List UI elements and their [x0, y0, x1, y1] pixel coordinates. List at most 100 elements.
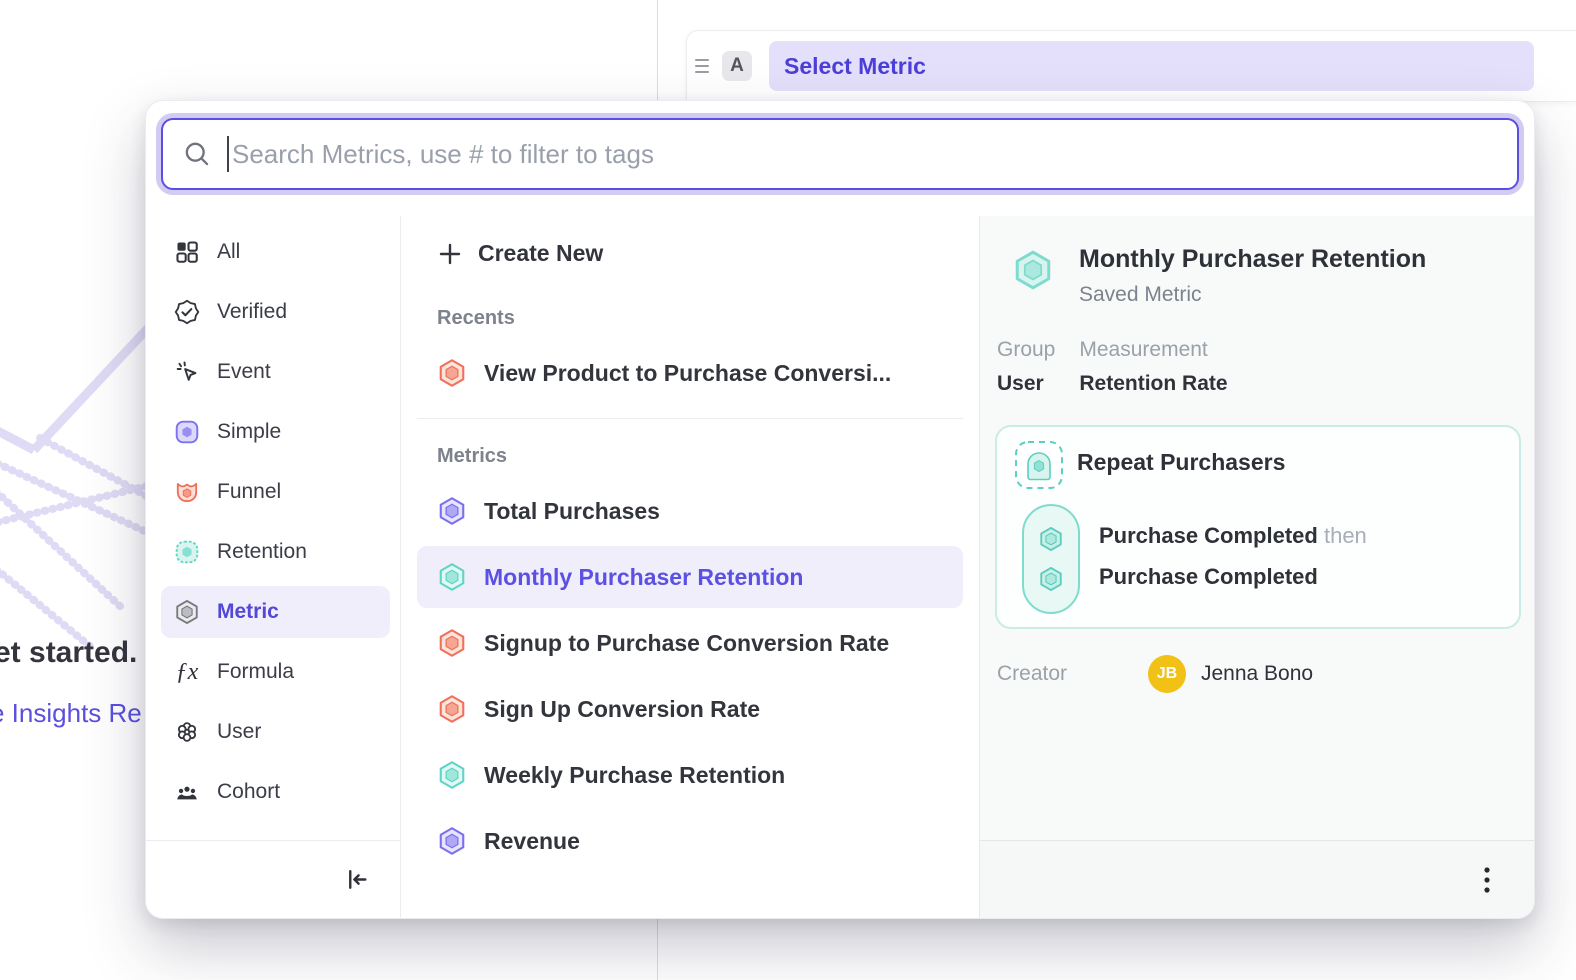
- sidebar-item-label: Funnel: [217, 480, 281, 504]
- filter-column-footer: [146, 840, 400, 918]
- step-2-label: Purchase Completed: [1099, 564, 1318, 589]
- group-value: User: [997, 372, 1055, 396]
- simple-metric-icon: [174, 419, 200, 445]
- step-connector: then: [1324, 523, 1367, 548]
- search-input[interactable]: [232, 139, 1497, 170]
- metric-item-sign-up-conversion-rate[interactable]: Sign Up Conversion Rate: [417, 678, 963, 740]
- sidebar-item-label: Retention: [217, 540, 307, 564]
- user-cluster-icon: [174, 719, 200, 745]
- hexagon-salmon-icon: [437, 694, 467, 724]
- detail-title: Monthly Purchaser Retention: [1079, 245, 1426, 274]
- creator-avatar: JB: [1148, 655, 1186, 693]
- metric-item-signup-to-purchase-conversion-rate[interactable]: Signup to Purchase Conversion Rate: [417, 612, 963, 674]
- sidebar-item-label: Verified: [217, 300, 287, 324]
- metric-item-label: Sign Up Conversion Rate: [484, 696, 760, 723]
- metric-item-label: Revenue: [484, 828, 580, 855]
- grid-icon: [174, 239, 200, 265]
- group-label: Group: [997, 338, 1055, 362]
- retention-icon: [174, 539, 200, 565]
- hexagon-teal-icon: [437, 760, 467, 790]
- metrics-heading: Metrics: [437, 445, 979, 468]
- sidebar-item-user[interactable]: User: [161, 706, 390, 758]
- more-options-button[interactable]: [1478, 861, 1496, 899]
- sidebar-item-cohort[interactable]: Cohort: [161, 766, 390, 818]
- detail-meta: Group User Measurement Retention Rate: [997, 338, 1228, 396]
- metric-item-total-purchases[interactable]: Total Purchases: [417, 480, 963, 542]
- detail-panel-footer: [980, 840, 1534, 918]
- sidebar-item-event[interactable]: Event: [161, 346, 390, 398]
- drag-handle-icon[interactable]: [695, 59, 709, 73]
- hexagon-teal-icon: [437, 562, 467, 592]
- filter-column: All Verified: [146, 216, 401, 918]
- hexagon-teal-icon: [1012, 249, 1054, 291]
- sidebar-item-label: Event: [217, 360, 271, 384]
- list-divider: [417, 418, 963, 419]
- creator-name: Jenna Bono: [1201, 662, 1313, 686]
- measurement-value: Retention Rate: [1079, 372, 1227, 396]
- recent-metric-label: View Product to Purchase Conversi...: [484, 360, 891, 387]
- metric-item-label: Total Purchases: [484, 498, 660, 525]
- hexagon-purple-icon: [437, 496, 467, 526]
- collapse-panel-button[interactable]: [339, 862, 374, 897]
- select-metric-label: Select Metric: [784, 53, 926, 80]
- sidebar-item-label: Formula: [217, 660, 294, 684]
- recents-heading: Recents: [437, 307, 979, 330]
- funnel-icon: [174, 479, 200, 505]
- metric-item-monthly-purchaser-retention[interactable]: Monthly Purchaser Retention: [417, 546, 963, 608]
- hexagon-purple-icon: [437, 826, 467, 856]
- verified-badge-icon: [174, 299, 200, 325]
- row-letter-badge: A: [722, 51, 752, 81]
- metric-row-bar: A Select Metric: [686, 30, 1576, 102]
- metric-item-weekly-purchase-retention[interactable]: Weekly Purchase Retention: [417, 744, 963, 806]
- sidebar-item-retention[interactable]: Retention: [161, 526, 390, 578]
- background-heading-fragment: et started.: [0, 636, 137, 670]
- formula-icon: ƒx: [174, 659, 200, 685]
- sidebar-item-label: All: [217, 240, 240, 264]
- hexagon-salmon-icon: [437, 358, 467, 388]
- metric-item-label: Signup to Purchase Conversion Rate: [484, 630, 889, 657]
- step-hexagon-icon: [1038, 566, 1064, 592]
- sidebar-item-funnel[interactable]: Funnel: [161, 466, 390, 518]
- metric-definition-card: Repeat Purchasers Purchase Completed the…: [995, 425, 1521, 629]
- creator-row: Creator JB Jenna Bono: [997, 655, 1313, 693]
- search-bar: [161, 118, 1519, 190]
- metric-list-column: Create New Recents View Product to Purch…: [401, 216, 979, 918]
- detail-subtitle: Saved Metric: [1079, 283, 1426, 307]
- recent-metric-item[interactable]: View Product to Purchase Conversi...: [401, 358, 979, 388]
- sidebar-item-formula[interactable]: ƒx Formula: [161, 646, 390, 698]
- sidebar-item-verified[interactable]: Verified: [161, 286, 390, 338]
- plus-icon: [437, 241, 463, 267]
- step-hexagon-icon: [1038, 526, 1064, 552]
- metric-item-label: Weekly Purchase Retention: [484, 762, 785, 789]
- select-metric-button[interactable]: Select Metric: [769, 41, 1534, 91]
- creator-label: Creator: [997, 662, 1148, 686]
- repeat-purchasers-icon: [1014, 440, 1064, 490]
- metric-item-label: Monthly Purchaser Retention: [484, 564, 803, 591]
- measurement-label: Measurement: [1079, 338, 1227, 362]
- sidebar-item-simple[interactable]: Simple: [161, 406, 390, 458]
- sidebar-item-metric[interactable]: Metric: [161, 586, 390, 638]
- metric-item-revenue[interactable]: Revenue: [417, 810, 963, 872]
- search-icon: [183, 140, 211, 168]
- definition-name: Repeat Purchasers: [1077, 449, 1285, 476]
- cohort-people-icon: [174, 779, 200, 805]
- hexagon-salmon-icon: [437, 628, 467, 658]
- create-new-button[interactable]: Create New: [437, 240, 979, 267]
- sidebar-item-all[interactable]: All: [161, 226, 390, 278]
- background-report-link-fragment[interactable]: e Insights Re: [0, 698, 142, 729]
- funnel-steps-capsule: [1022, 504, 1080, 614]
- create-new-label: Create New: [478, 240, 603, 267]
- collapse-panel-icon: [343, 866, 370, 893]
- kebab-menu-icon: [1482, 865, 1492, 895]
- detail-header: Monthly Purchaser Retention Saved Metric: [1012, 245, 1426, 307]
- event-cursor-icon: [174, 359, 200, 385]
- metric-hexagon-icon: [174, 599, 200, 625]
- sidebar-item-label: Simple: [217, 420, 281, 444]
- sidebar-item-label: Metric: [217, 600, 279, 624]
- sidebar-item-label: User: [217, 720, 261, 744]
- definition-steps: Purchase Completed then Purchase Complet…: [1099, 515, 1367, 597]
- metric-detail-panel: Monthly Purchaser Retention Saved Metric…: [979, 216, 1534, 918]
- text-caret: [227, 136, 229, 172]
- step-1-label: Purchase Completed: [1099, 523, 1318, 548]
- sidebar-item-label: Cohort: [217, 780, 280, 804]
